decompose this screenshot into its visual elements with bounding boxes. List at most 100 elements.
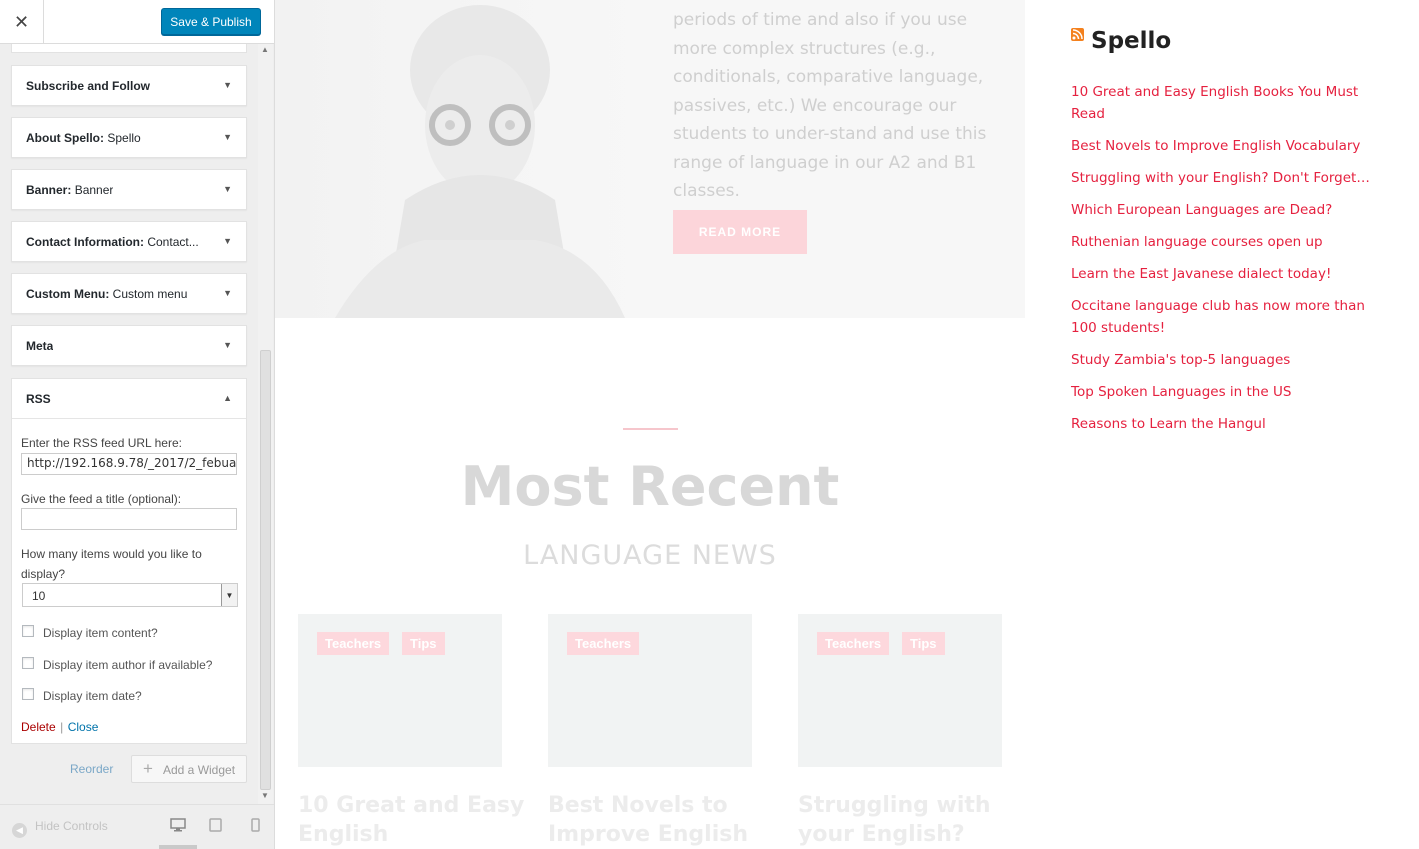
tag-badge[interactable]: Tips [902,632,945,655]
feed-title-label: Give the feed a title (optional): [21,492,182,506]
customizer-panel: ✕ Save & Publish Subscribe and Follow ▼ … [0,0,275,849]
widget-about-spello[interactable]: About Spello: Spello ▼ [11,117,247,158]
add-widget-label: Add a Widget [163,763,236,777]
widget-banner[interactable]: Banner: Banner ▼ [11,169,247,210]
widget-title: Meta [26,339,54,353]
arrow-down-icon[interactable]: ▼ [223,132,232,142]
post-card-title[interactable]: Struggling with your English? [798,791,1028,849]
read-more-button[interactable]: READ MORE [673,210,807,254]
arrow-down-icon[interactable]: ▼ [223,340,232,350]
widget-title: RSS [26,392,51,406]
display-author-checkbox[interactable] [22,657,34,669]
widget-rss-header[interactable]: RSS ▲ [12,379,246,419]
display-date-checkbox[interactable] [22,688,34,700]
active-device-indicator [159,845,197,849]
items-count-label-line2: display? [21,567,66,581]
tablet-preview-icon[interactable] [208,818,224,832]
delete-link[interactable]: Delete [21,720,56,734]
mobile-preview-icon[interactable] [248,818,264,832]
rss-item-link[interactable]: Study Zambia's top-5 languages [1071,349,1391,371]
customizer-header: ✕ Save & Publish [0,0,274,44]
hide-controls-label: Hide Controls [35,819,108,833]
scrollbar-thumb[interactable] [260,350,271,790]
rss-url-input[interactable]: http://192.168.9.78/_2017/2_febuary [21,453,237,475]
widget-title: Banner: [26,183,72,197]
widget-meta[interactable]: Meta ▼ [11,325,247,366]
customizer-footer: ◀ Hide Controls [0,804,274,849]
rss-url-label: Enter the RSS feed URL here: [21,436,182,450]
collapse-arrow-icon: ◀ [12,823,27,838]
scroll-down-icon[interactable]: ▼ [261,791,269,800]
rss-item-link[interactable]: Top Spoken Languages in the US [1071,381,1391,403]
rss-widget-title[interactable]: Spello [1091,28,1171,54]
select-arrow-icon[interactable]: ▼ [221,584,237,606]
separator: | [60,720,64,734]
hero-photo [275,0,645,318]
widget-subscribe-follow[interactable]: Subscribe and Follow ▼ [11,65,247,106]
rss-item-link[interactable]: Best Novels to Improve English Vocabular… [1071,135,1391,157]
widget-subtitle: Banner [74,183,114,197]
close-icon[interactable]: ✕ [0,0,44,44]
desktop-preview-icon[interactable] [170,818,186,832]
hide-controls-button[interactable]: ◀ Hide Controls [12,819,108,838]
widget-contact-information[interactable]: Contact Information: Contact... ▼ [11,221,247,262]
plus-icon: + [143,759,153,778]
items-count-value: 10 [32,589,46,603]
display-content-label: Display item content? [43,626,158,640]
scroll-up-icon[interactable]: ▲ [261,45,269,54]
customizer-scrollbar[interactable]: ▲ ▼ [258,44,273,804]
arrow-down-icon[interactable]: ▼ [223,184,232,194]
display-date-label: Display item date? [43,689,142,703]
arrow-down-icon[interactable]: ▼ [223,236,232,246]
tag-badge[interactable]: Teachers [317,632,390,655]
rss-item-link[interactable]: 10 Great and Easy English Books You Must… [1071,81,1391,125]
widget-list: Subscribe and Follow ▼ About Spello: Spe… [0,44,274,804]
widget-title: Custom Menu: [26,287,110,301]
rss-item-link[interactable]: Which European Languages are Dead? [1071,199,1391,221]
tag-badge[interactable]: Tips [402,632,445,655]
rss-item-link[interactable]: Ruthenian language courses open up [1071,231,1391,253]
widget-rss-expanded: RSS ▲ Enter the RSS feed URL here: http:… [11,378,247,744]
widget-actions: Delete | Close [21,718,98,736]
section-title: Most Recent [460,455,840,518]
rss-item-link[interactable]: Reasons to Learn the Hangul [1071,413,1391,435]
rss-item-link[interactable]: Learn the East Javanese dialect today! [1071,263,1391,285]
site-preview: periods of time and also if you use more… [275,0,1419,849]
display-author-label: Display item author if available? [43,658,213,672]
hero-text: periods of time and also if you use more… [673,10,987,201]
surprised-man-image [335,5,625,318]
post-card-image[interactable]: Teachers [548,614,752,767]
tag-badge[interactable]: Teachers [817,632,890,655]
close-link[interactable]: Close [68,720,99,734]
widget-subtitle: Custom menu [112,287,188,301]
post-card-title[interactable]: 10 Great and Easy English [298,791,528,849]
arrow-down-icon[interactable]: ▼ [223,288,232,298]
reorder-link[interactable]: Reorder [70,762,113,776]
hero-section: periods of time and also if you use more… [275,0,1025,318]
widget-title: About Spello: [26,131,104,145]
arrow-up-icon[interactable]: ▲ [223,393,232,403]
add-widget-button[interactable]: + Add a Widget [131,755,247,783]
post-card-title[interactable]: Best Novels to Improve English [548,791,778,849]
widget-title: Contact Information: [26,235,144,249]
items-count-label-line1: How many items would you like to [21,547,202,561]
rss-feed-icon [1071,28,1084,41]
rss-item-link[interactable]: Occitane language club has now more than… [1071,295,1391,339]
tag-badge[interactable]: Teachers [567,632,640,655]
display-content-checkbox[interactable] [22,625,34,637]
rss-item-list: 10 Great and Easy English Books You Must… [1071,81,1391,445]
widget-stub [11,44,247,53]
feed-title-input[interactable] [21,508,237,530]
save-publish-button[interactable]: Save & Publish [161,8,261,35]
widget-subtitle: Spello [107,131,141,145]
widget-title: Subscribe and Follow [26,79,151,93]
widget-custom-menu[interactable]: Custom Menu: Custom menu ▼ [11,273,247,314]
widget-subtitle: Contact... [147,235,199,249]
post-card-image[interactable]: Teachers Tips [798,614,1002,767]
items-count-select[interactable]: 10 ▼ [22,583,238,607]
arrow-down-icon[interactable]: ▼ [223,80,232,90]
post-card-image[interactable]: Teachers Tips [298,614,502,767]
rss-item-link[interactable]: Struggling with your English? Don't Forg… [1071,167,1391,189]
section-subtitle: LANGUAGE NEWS [523,540,777,571]
section-divider [623,428,678,430]
